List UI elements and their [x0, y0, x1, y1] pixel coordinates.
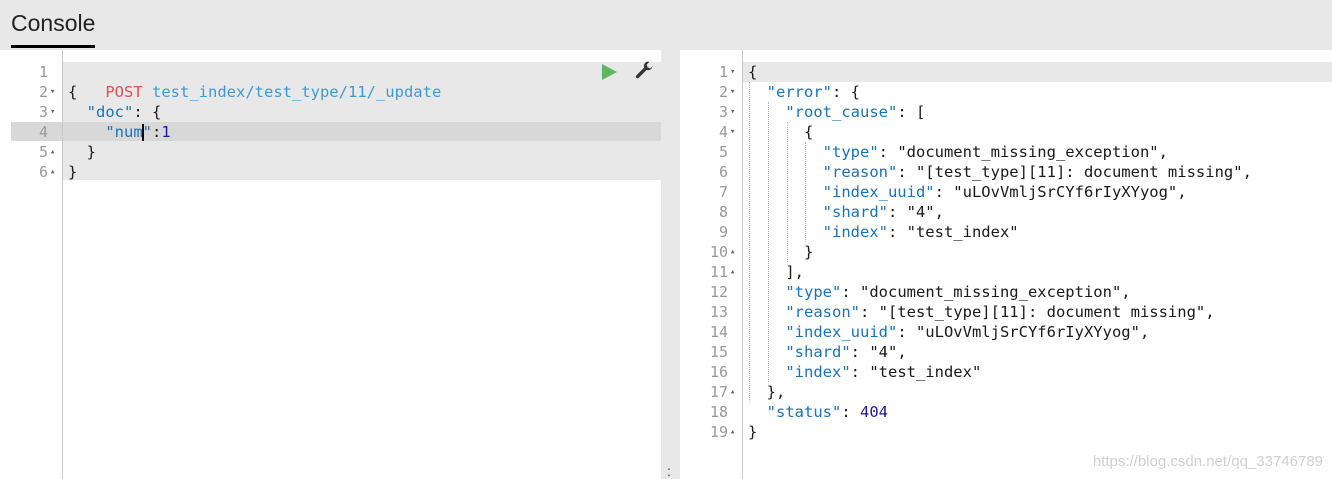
- line-number: 19: [709, 423, 728, 441]
- response-line: "shard": "4",: [822, 203, 944, 221]
- response-line: "type": "document_missing_exception",: [822, 143, 1168, 161]
- response-line: "status": 404: [766, 403, 888, 421]
- response-line: }: [748, 423, 758, 441]
- fold-open-icon[interactable]: ▾: [50, 102, 55, 122]
- line-number: 3: [718, 103, 728, 121]
- response-line: "index_uuid": "uLOvVmljSrCYf6rIyXYyog",: [822, 183, 1187, 201]
- fold-open-icon[interactable]: ▾: [730, 102, 735, 122]
- tab-console[interactable]: Console: [11, 10, 95, 37]
- line-number: 9: [718, 223, 728, 241]
- response-line: "error": {: [766, 83, 860, 101]
- response-line: "index_uuid": "uLOvVmljSrCYf6rIyXYyog",: [785, 323, 1150, 341]
- response-line: "index": "test_index": [785, 363, 982, 381]
- response-line: },: [766, 383, 786, 401]
- request-url: test_index/test_type/11/_update: [152, 83, 442, 101]
- fold-close-icon[interactable]: ▴: [730, 382, 735, 402]
- response-line: "root_cause": [: [785, 103, 926, 121]
- response-line: }: [804, 243, 814, 261]
- fold-open-icon[interactable]: ▾: [50, 82, 55, 102]
- fold-close-icon[interactable]: ▴: [730, 262, 735, 282]
- tab-console-underline: [11, 45, 95, 48]
- top-bar: Console: [0, 0, 1332, 50]
- request-line[interactable]: POST test_index/test_type/11/_update: [68, 62, 441, 101]
- fold-close-icon[interactable]: ▴: [50, 162, 55, 182]
- code-line[interactable]: }: [68, 162, 77, 182]
- response-line: "reason": "[test_type][11]: document mis…: [822, 163, 1252, 181]
- fold-open-icon[interactable]: ▾: [730, 62, 735, 82]
- active-line-highlight: [743, 62, 1332, 82]
- response-line: "reason": "[test_type][11]: document mis…: [785, 303, 1215, 321]
- line-number: 5: [718, 143, 728, 161]
- response-line: {: [748, 63, 758, 81]
- line-number: 18: [709, 403, 728, 421]
- line-number: 2: [38, 83, 48, 101]
- wrench-icon[interactable]: [633, 61, 655, 83]
- line-number: 16: [709, 363, 728, 381]
- http-method: POST: [105, 83, 143, 101]
- fold-close-icon[interactable]: ▴: [50, 142, 55, 162]
- line-number: 3: [38, 103, 48, 121]
- response-line: {: [804, 123, 814, 141]
- code-line[interactable]: "num":1: [68, 122, 171, 142]
- line-number: 14: [709, 323, 728, 341]
- response-line: "shard": "4",: [785, 343, 907, 361]
- response-viewer[interactable]: 1 ▾ 2 ▾ 3 ▾ 4 ▾ 5 6 7 8 9 10 ▴ 11 ▴ 12 13 14 15 16 17 ▴ 18 19 ▴ { …: [680, 50, 1332, 479]
- watermark: https://blog.csdn.net/qq_33746789: [1092, 453, 1323, 470]
- line-number: 17: [709, 383, 728, 401]
- line-number: 7: [718, 183, 728, 201]
- response-line: "type": "document_missing_exception",: [785, 283, 1131, 301]
- line-number: 13: [709, 303, 728, 321]
- line-number: 11: [709, 263, 728, 281]
- fold-close-icon[interactable]: ▴: [730, 422, 735, 442]
- line-number: 8: [718, 203, 728, 221]
- request-editor[interactable]: 1 2 ▾ 3 ▾ 4 5 ▴ 6 ▴ POST test_index/test_type/11/…: [0, 50, 661, 479]
- line-number: 5: [38, 143, 48, 161]
- line-number: 4: [718, 123, 728, 141]
- line-number: 2: [718, 83, 728, 101]
- line-number: 1: [718, 63, 728, 81]
- response-line: ],: [785, 263, 804, 281]
- pane-divider[interactable]: :: [661, 50, 680, 479]
- line-number: 15: [709, 343, 728, 361]
- code-line[interactable]: {: [68, 82, 77, 102]
- fold-open-icon[interactable]: ▾: [730, 122, 735, 142]
- resize-handle-icon[interactable]: :: [667, 463, 671, 479]
- fold-close-icon[interactable]: ▴: [730, 242, 735, 262]
- code-line[interactable]: }: [68, 142, 96, 162]
- line-number: 12: [709, 283, 728, 301]
- line-number: 4: [38, 123, 48, 141]
- line-number: 10: [709, 243, 728, 261]
- code-line[interactable]: "doc": {: [68, 102, 162, 122]
- line-number: 6: [38, 163, 48, 181]
- line-number: 6: [718, 163, 728, 181]
- fold-open-icon[interactable]: ▾: [730, 82, 735, 102]
- play-icon[interactable]: [602, 64, 617, 80]
- response-line: "index": "test_index": [822, 223, 1019, 241]
- line-number: 1: [38, 63, 48, 81]
